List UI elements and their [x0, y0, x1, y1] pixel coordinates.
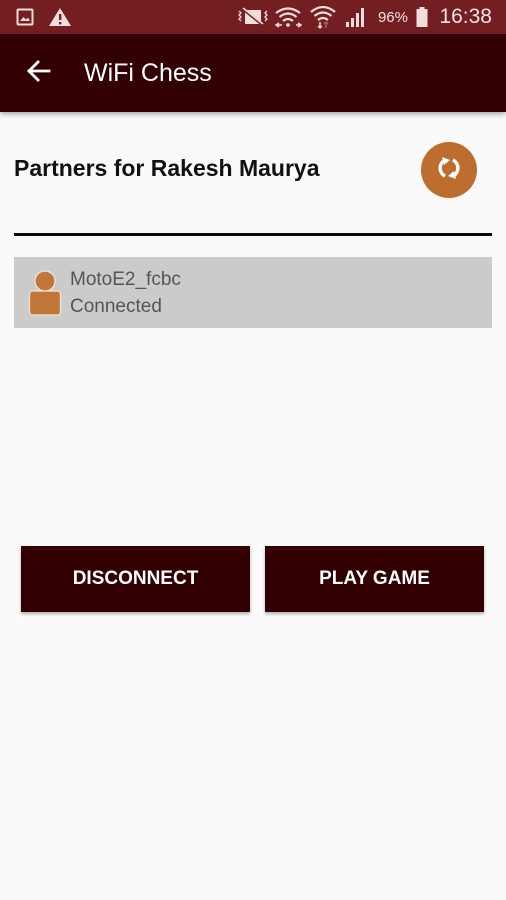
- vibrate-mute-icon: [236, 0, 270, 34]
- divider: [14, 233, 492, 236]
- wifi-calling-icon: [274, 0, 302, 34]
- person-icon: [28, 269, 62, 317]
- partner-status: Connected: [70, 296, 162, 317]
- battery-percent: 96%: [377, 8, 408, 26]
- app-title: WiFi Chess: [84, 59, 212, 87]
- partners-heading: Partners for Rakesh Maurya: [14, 155, 320, 181]
- disconnect-button[interactable]: DISCONNECT: [21, 546, 250, 612]
- wifi-icon: [310, 0, 336, 34]
- battery-icon: [416, 0, 428, 34]
- partner-list-item[interactable]: MotoE2_fcbc Connected: [14, 257, 492, 328]
- play-game-button[interactable]: PLAY GAME: [265, 546, 484, 612]
- arrow-left-icon: [25, 59, 51, 88]
- warning-icon: [48, 0, 72, 34]
- image-icon: [16, 0, 34, 34]
- app-bar: WiFi Chess: [0, 34, 506, 112]
- status-bar: 96% 16:38: [0, 0, 506, 34]
- refresh-icon: [433, 152, 465, 189]
- signal-icon: [345, 0, 367, 34]
- partner-name: MotoE2_fcbc: [70, 269, 181, 290]
- refresh-button[interactable]: [421, 142, 477, 198]
- clock: 16:38: [439, 5, 492, 28]
- back-button[interactable]: [20, 56, 56, 90]
